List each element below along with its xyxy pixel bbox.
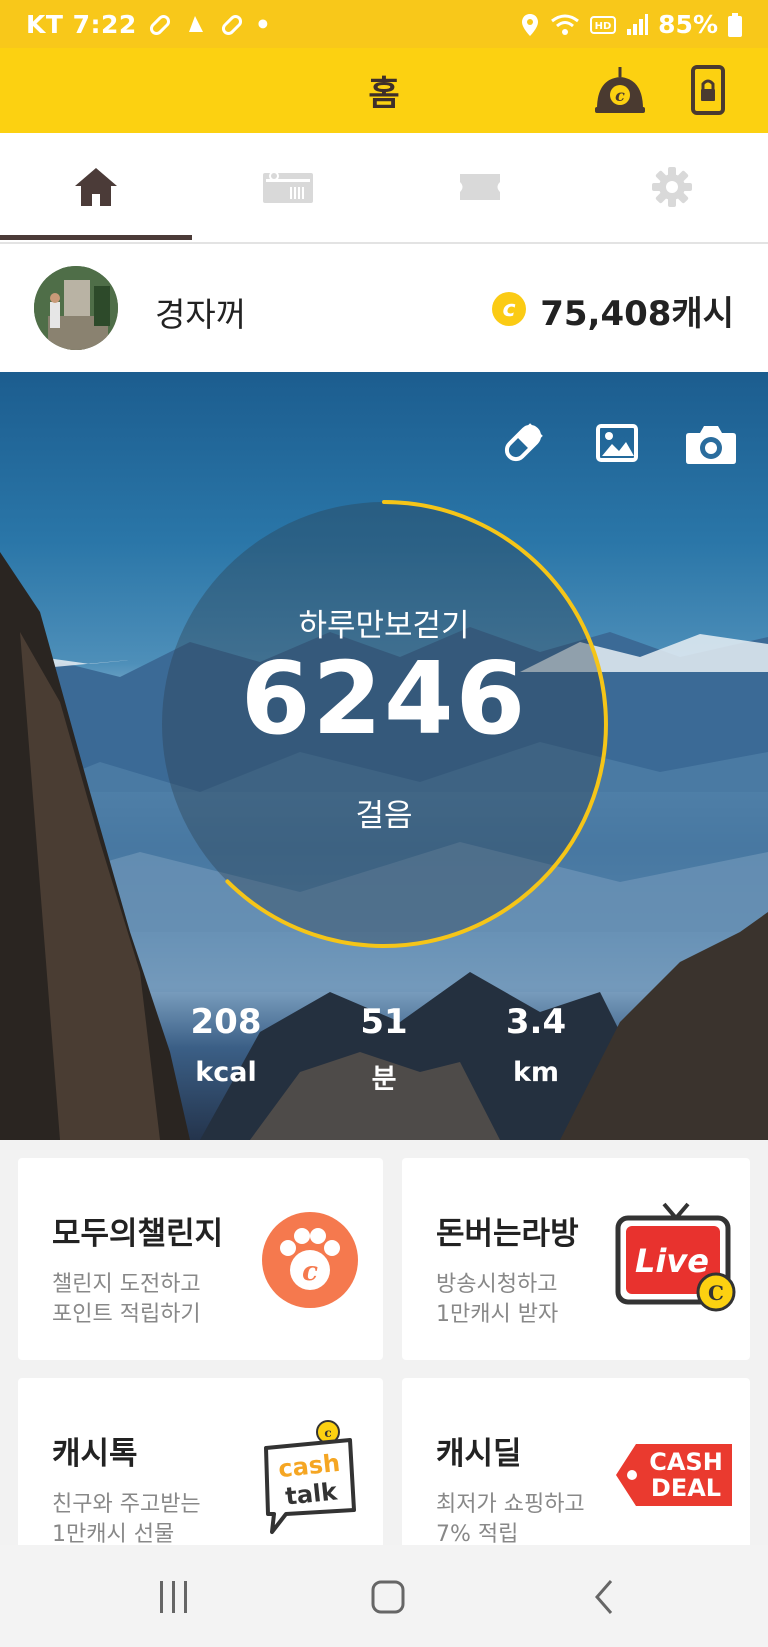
- location-icon: [522, 13, 539, 36]
- card-subtitle-line1: 챌린지 도전하고: [52, 1272, 201, 1297]
- card-subtitle-line2: 포인트 적립하기: [52, 1302, 201, 1327]
- svg-text:c: c: [615, 86, 625, 105]
- home-square-icon: [371, 1580, 405, 1614]
- distance-value: 3.4: [505, 1002, 567, 1042]
- cash-talk-icon: c cash talk: [256, 1418, 362, 1540]
- pill-outline-icon: [221, 14, 242, 35]
- battery-percent: 85%: [658, 10, 718, 39]
- back-button[interactable]: [564, 1567, 644, 1627]
- carrier-time: KT 7:22: [26, 10, 137, 39]
- card-subtitle-line1: 최저가 쇼핑하고: [436, 1492, 585, 1517]
- svg-text:talk: talk: [284, 1477, 340, 1510]
- step-unit: 걸음: [355, 798, 413, 834]
- svg-text:c: c: [324, 1426, 331, 1440]
- card-title: 캐시톡: [52, 1436, 138, 1472]
- card-cashdeal[interactable]: 캐시딜 최저가 쇼핑하고 7% 적립 CASH DEAL: [402, 1378, 750, 1568]
- ticket-icon: [460, 173, 500, 200]
- svg-text:DEAL: DEAL: [651, 1474, 721, 1502]
- avatar-photo: [34, 266, 118, 350]
- cash-piggy-button[interactable]: c: [590, 60, 650, 120]
- card-subtitle-line1: 방송시청하고: [436, 1272, 558, 1297]
- status-dot: •: [254, 10, 272, 39]
- minutes-value: 51: [360, 1002, 408, 1042]
- card-challenge[interactable]: 모두의챌린지 챌린지 도전하고 포인트 적립하기 c: [18, 1158, 383, 1360]
- profile-row: 경자꺼 c 75,408캐시: [0, 244, 768, 372]
- live-tv-icon: Live C: [614, 1200, 740, 1324]
- minutes-unit: 분: [371, 1064, 397, 1095]
- pedometer-label: 하루만보걷기: [298, 608, 470, 644]
- distance-unit: km: [512, 1057, 560, 1088]
- tab-bar: [0, 133, 768, 244]
- status-bar: KT 7:22 • HD 85%: [0, 0, 768, 48]
- status-left: KT 7:22 •: [26, 10, 271, 39]
- gift-card-icon: [263, 170, 313, 203]
- app-header: 홈 c: [0, 48, 768, 133]
- home-icon: [75, 167, 117, 206]
- calories-value: 208: [190, 1002, 262, 1042]
- card-subtitle-line2: 1만캐시 선물: [52, 1522, 175, 1547]
- status-right: HD 85%: [520, 10, 742, 39]
- user-nickname: 경자꺼: [155, 295, 247, 334]
- card-subtitle-line2: 7% 적립: [436, 1522, 519, 1547]
- tab-active-indicator: [0, 235, 192, 240]
- tab-settings[interactable]: [576, 133, 768, 240]
- cash-piggy-icon: c: [595, 67, 645, 113]
- tab-home[interactable]: [0, 133, 192, 240]
- tab-ticket[interactable]: [384, 133, 576, 240]
- cash-coin-icon: c: [492, 292, 526, 326]
- card-subtitle-line2: 1만캐시 받자: [436, 1302, 559, 1327]
- recent-apps-icon: [160, 1581, 187, 1613]
- card-cashtalk[interactable]: 캐시톡 친구와 주고받는 1만캐시 선물 c cash talk: [18, 1378, 383, 1568]
- chevron-left-icon: [595, 1580, 613, 1614]
- svg-text:CASH: CASH: [649, 1448, 723, 1476]
- paw-coin-icon: c: [260, 1210, 360, 1314]
- card-title: 캐시딜: [436, 1436, 522, 1472]
- phone-lock-icon: [691, 65, 725, 115]
- gear-icon: [652, 166, 692, 207]
- pill-icon: [149, 14, 170, 35]
- calories-unit: kcal: [195, 1057, 257, 1088]
- recent-apps-button[interactable]: [134, 1567, 214, 1627]
- card-subtitle-line1: 친구와 주고받는: [52, 1492, 201, 1517]
- avatar[interactable]: [34, 266, 118, 350]
- card-title: 돈버는라방: [436, 1216, 579, 1252]
- notification-icon: [188, 15, 203, 32]
- lock-screen-button[interactable]: [678, 60, 738, 120]
- page-title: 홈: [368, 74, 400, 114]
- battery-icon: [728, 12, 742, 37]
- wifi-icon: [551, 14, 580, 35]
- tab-gift-card[interactable]: [192, 133, 384, 240]
- svg-text:c: c: [302, 1257, 318, 1287]
- svg-text:C: C: [708, 1281, 724, 1305]
- cash-balance[interactable]: 75,408캐시: [540, 286, 734, 335]
- cash-deal-icon: CASH DEAL: [614, 1440, 736, 1514]
- card-live[interactable]: 돈버는라방 방송시청하고 1만캐시 받자 Live C: [402, 1158, 750, 1360]
- signal-icon: [627, 13, 649, 35]
- pedometer-hero: 하루만보걷기 6246 걸음 208 kcal 51 분 3.4 km: [0, 372, 768, 1140]
- svg-text:HD: HD: [595, 21, 612, 32]
- svg-text:Live: Live: [635, 1242, 709, 1280]
- hd-icon: HD: [590, 15, 617, 34]
- home-nav-button[interactable]: [348, 1567, 428, 1627]
- card-title: 모두의챌린지: [52, 1216, 224, 1252]
- step-count[interactable]: 6246: [234, 640, 534, 757]
- system-nav-bar: [0, 1545, 768, 1647]
